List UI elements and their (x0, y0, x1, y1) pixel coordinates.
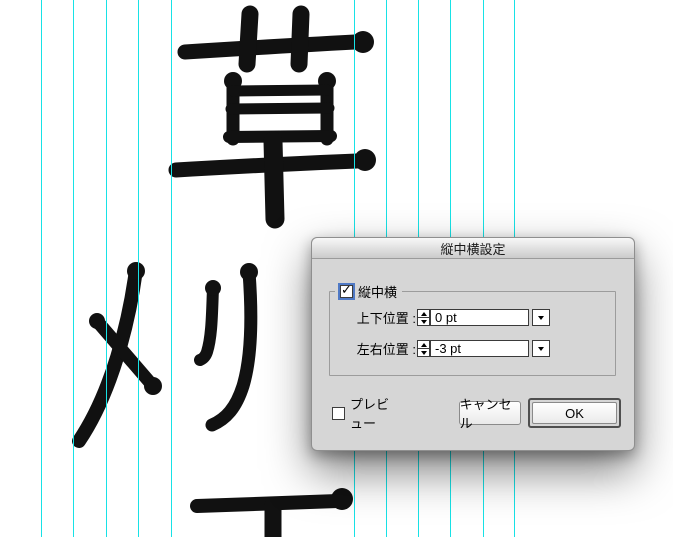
guide-line[interactable] (138, 0, 139, 537)
horizontal-position-input[interactable] (430, 340, 529, 357)
cancel-button[interactable]: キャンセル (458, 397, 521, 431)
stepper-down-button[interactable] (418, 349, 429, 356)
vertical-position-label: 上下位置 : (356, 311, 416, 326)
ok-button-default-ring: OK (528, 398, 621, 428)
preview-checkbox[interactable] (332, 406, 345, 420)
triangle-down-icon (420, 319, 427, 324)
stepper-up-button[interactable] (418, 341, 429, 349)
glyph-partial-bottom[interactable] (190, 488, 353, 537)
glyph-kusa[interactable] (168, 5, 376, 229)
stepper-up-button[interactable] (418, 310, 429, 318)
dialog-title: 縦中横設定 (440, 241, 506, 257)
document-canvas[interactable]: 縦中横設定 ✓ 縦中横 上下位置 : 左右位 (0, 0, 673, 537)
horizontal-position-row: 左右位置 : (353, 339, 550, 358)
dropdown-arrow-icon (538, 315, 544, 320)
horizontal-position-label: 左右位置 : (356, 342, 416, 357)
tatechuyoko-group-frame: ✓ 縦中横 上下位置 : 左右位置 : (329, 283, 616, 376)
vertical-position-stepper (417, 309, 430, 326)
guide-line[interactable] (41, 0, 42, 537)
glyph-me[interactable] (72, 262, 162, 448)
tatechuyoko-checkbox-label: 縦中横 (358, 285, 398, 300)
checkmark-icon: ✓ (341, 282, 352, 297)
horizontal-position-stepper (417, 340, 430, 357)
tatechuyoko-legend: ✓ 縦中横 (335, 282, 403, 300)
ok-button[interactable]: OK (532, 402, 617, 424)
guide-line[interactable] (106, 0, 107, 537)
glyph-ri[interactable] (194, 263, 258, 432)
triangle-down-icon (420, 350, 427, 355)
guide-line[interactable] (73, 0, 74, 537)
tatechuyoko-checkbox[interactable]: ✓ (340, 282, 353, 298)
triangle-up-icon (420, 311, 427, 316)
vertical-position-dropdown-button[interactable] (532, 309, 550, 326)
triangle-up-icon (420, 342, 427, 347)
vertical-position-row: 上下位置 : (353, 308, 550, 327)
dialog-titlebar[interactable]: 縦中横設定 (312, 238, 634, 259)
vertical-position-input[interactable] (430, 309, 529, 326)
stepper-down-button[interactable] (418, 318, 429, 325)
dropdown-arrow-icon (538, 346, 544, 351)
dialog-button-row: プレビュー キャンセル OK (332, 397, 621, 431)
horizontal-position-dropdown-button[interactable] (532, 340, 550, 357)
guide-line[interactable] (171, 0, 172, 537)
tatechuyoko-settings-dialog: 縦中横設定 ✓ 縦中横 上下位置 : 左右位 (311, 237, 635, 451)
preview-checkbox-label: プレビュー (350, 397, 390, 431)
